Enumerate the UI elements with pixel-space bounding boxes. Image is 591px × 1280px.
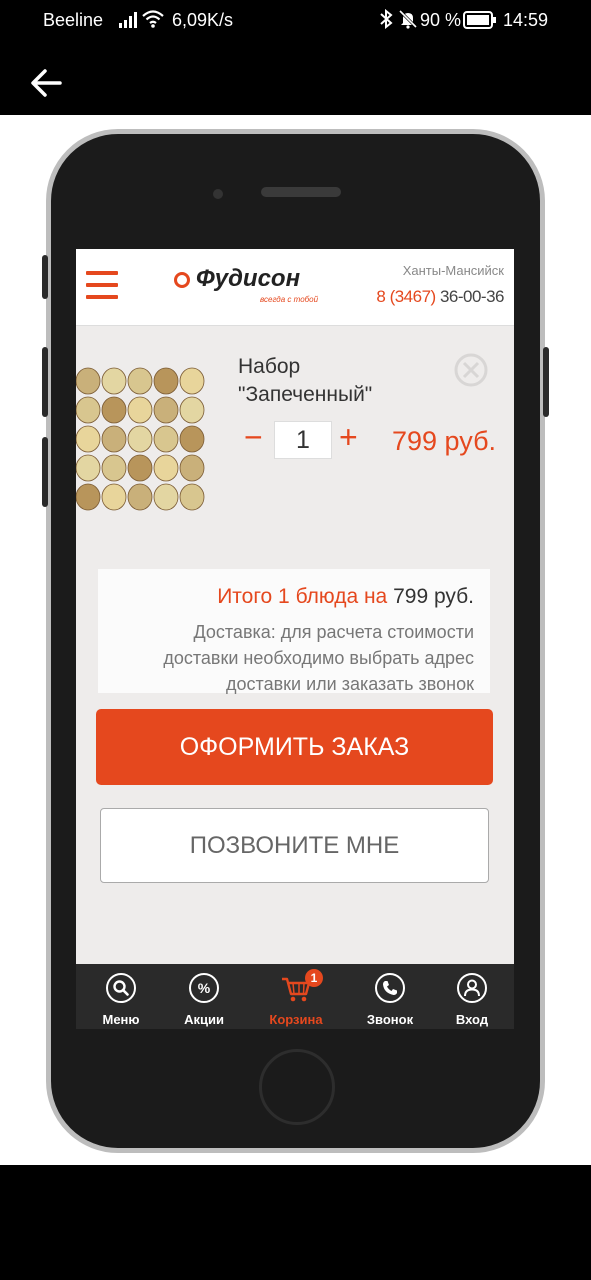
roll-piece xyxy=(76,425,101,453)
bluetooth-icon xyxy=(380,9,393,29)
roll-piece xyxy=(153,367,179,395)
roll-piece xyxy=(101,483,127,511)
phone-side-button xyxy=(42,347,48,417)
phone-side-button xyxy=(42,437,48,507)
bottom-bar xyxy=(0,1165,591,1280)
phone-code: 8 (3467) xyxy=(376,287,436,306)
cart-count-badge: 1 xyxy=(305,969,323,987)
product-name-line: Набор xyxy=(238,355,301,378)
battery-icon xyxy=(463,11,496,29)
roll-piece xyxy=(101,454,127,482)
roll-piece xyxy=(76,396,101,424)
front-camera xyxy=(213,189,223,199)
site-header: Фудисон всегда с тобой Ханты-Мансийск 8 … xyxy=(76,249,514,326)
roll-piece xyxy=(179,454,205,482)
app-bar xyxy=(0,42,591,115)
logo-mark-icon xyxy=(174,272,190,288)
roll-piece xyxy=(127,367,153,395)
roll-piece xyxy=(153,454,179,482)
roll-piece xyxy=(76,454,101,482)
battery-percent: 90 % xyxy=(420,10,462,30)
roll-piece xyxy=(179,367,205,395)
tab-call[interactable]: Звонок xyxy=(351,972,429,1027)
roll-piece xyxy=(179,425,205,453)
tab-label: Вход xyxy=(455,1012,489,1027)
roll-piece xyxy=(101,425,127,453)
decrease-quantity-button[interactable]: − xyxy=(244,419,263,455)
home-button xyxy=(259,1049,335,1125)
product-price: 799 руб. xyxy=(392,426,497,456)
roll-piece xyxy=(153,396,179,424)
roll-piece xyxy=(127,425,153,453)
total-label: Итого 1 блюда на xyxy=(217,585,388,608)
phone-side-button xyxy=(42,255,48,299)
roll-piece xyxy=(101,396,127,424)
roll-piece xyxy=(153,425,179,453)
menu-icon[interactable] xyxy=(86,271,118,303)
tab-label: Меню xyxy=(102,1012,140,1027)
back-arrow-icon[interactable] xyxy=(30,68,64,98)
tab-menu[interactable]: Меню xyxy=(82,972,160,1027)
increase-quantity-button[interactable]: + xyxy=(339,419,358,455)
phone-side-button xyxy=(543,347,549,417)
app-screen: Фудисон всегда с тобой Ханты-Мансийск 8 … xyxy=(76,249,514,1029)
product-name: Набор "Запеченный" xyxy=(238,353,372,409)
checkout-button[interactable]: ОФОРМИТЬ ЗАКАЗ xyxy=(96,709,493,785)
roll-piece xyxy=(179,396,205,424)
mute-bell-icon xyxy=(398,9,418,29)
call-me-button[interactable]: ПОЗВОНИТЕ МНЕ xyxy=(100,808,489,883)
roll-piece xyxy=(76,483,101,511)
wifi-icon xyxy=(142,10,164,28)
tab-label: Акции xyxy=(184,1012,224,1027)
roll-piece xyxy=(127,396,153,424)
carrier-label: Beeline xyxy=(43,10,104,30)
total-amount: 799 руб. xyxy=(387,585,474,608)
phone-icon xyxy=(375,973,405,1003)
roll-piece xyxy=(179,483,205,511)
order-summary: Итого 1 блюда на 799 руб. Доставка: для … xyxy=(98,569,490,694)
city-label: Ханты-Мансийск xyxy=(402,263,504,278)
roll-piece xyxy=(127,483,153,511)
brand-name: Фудисон xyxy=(196,265,301,292)
tab-promotions[interactable]: % Акции xyxy=(165,972,243,1027)
tab-label: Звонок xyxy=(366,1012,414,1027)
percent-icon: % xyxy=(189,973,219,1003)
tab-label: Корзина xyxy=(269,1012,323,1027)
signal-icon xyxy=(119,12,137,28)
roll-piece xyxy=(153,483,179,511)
close-icon[interactable] xyxy=(453,352,489,388)
delivery-note: Доставка: для расчета стоимости доставки… xyxy=(163,622,474,694)
user-icon xyxy=(457,973,487,1003)
contact-phone[interactable]: 8 (3467) 36-00-36 xyxy=(376,287,504,307)
tab-login[interactable]: Вход xyxy=(433,972,511,1027)
brand-logo[interactable]: Фудисон всегда с тобой xyxy=(174,265,324,309)
product-image xyxy=(76,367,205,511)
search-icon xyxy=(106,973,136,1003)
roll-piece xyxy=(127,454,153,482)
product-name-line: "Запеченный" xyxy=(238,383,373,406)
bottom-tab-bar: Меню % Акции 1 Корзина Звонок Вход xyxy=(76,964,514,1029)
earpiece-speaker xyxy=(261,187,341,197)
network-speed: 6,09K/s xyxy=(172,10,234,30)
order-total: Итого 1 блюда на 799 руб. xyxy=(217,585,474,609)
brand-tagline: всегда с тобой xyxy=(260,295,319,304)
tab-cart[interactable]: 1 Корзина xyxy=(257,969,335,1027)
roll-piece xyxy=(76,367,101,395)
phone-digits: 36-00-36 xyxy=(435,287,505,306)
clock: 14:59 xyxy=(503,10,549,30)
status-bar: Beeline 6,09K/s 90 % 14:59 xyxy=(0,0,591,42)
roll-piece xyxy=(101,367,127,395)
quantity-field[interactable]: 1 xyxy=(274,421,332,459)
svg-text:%: % xyxy=(198,980,211,996)
